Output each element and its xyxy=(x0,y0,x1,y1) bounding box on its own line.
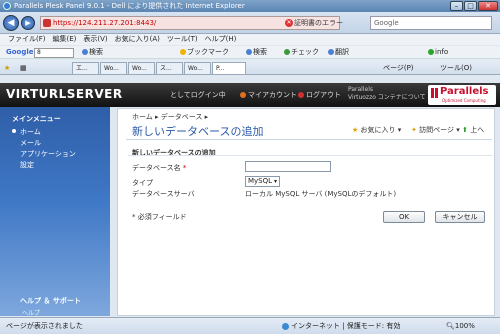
translate-icon xyxy=(328,49,334,55)
required-mark: * xyxy=(182,164,187,172)
db-server-value: ローカル MySQL サーバ (MySQLのデフォルト) xyxy=(245,190,397,198)
tab-1[interactable]: エ... xyxy=(72,62,99,74)
sidebar: メインメニュー ホーム メール アプリケーション 設定 ヘルプ ＆ サポート ヘ… xyxy=(0,107,110,317)
maximize-button[interactable]: □ xyxy=(464,1,477,11)
account-icon xyxy=(240,92,246,98)
menu-tools[interactable]: ツール(T) xyxy=(167,34,198,45)
check-button[interactable]: チェック xyxy=(284,46,319,59)
sidebar-item-settings[interactable]: 設定 xyxy=(20,160,34,170)
ok-button[interactable]: OK xyxy=(383,211,425,223)
type-label: タイプ xyxy=(132,179,153,187)
globe-icon xyxy=(282,322,289,330)
up-level-button[interactable]: ⬆ 上へ xyxy=(462,125,484,135)
tab-list-icon[interactable]: ▦ xyxy=(20,62,27,74)
page-menu-button[interactable]: ページ(P) xyxy=(383,62,414,74)
tab-4[interactable]: ス... xyxy=(156,62,183,74)
star-icon: ★ xyxy=(352,126,359,134)
sidebar-item-home[interactable]: ホーム xyxy=(12,127,41,137)
browser-search-placeholder: Google xyxy=(374,19,399,27)
google-logo: Google xyxy=(6,48,34,56)
security-zone[interactable]: インターネット | 保護モード: 有効 xyxy=(282,318,400,334)
virtuozzo-info-link[interactable]: Parallels Virtuozzo コンテナについて xyxy=(348,86,426,102)
login-status: としてログイン中 xyxy=(170,91,226,99)
error-x-icon: ✕ xyxy=(285,19,293,27)
window-title-bar: Parallels Plesk Panel 9.0.1 - Dell により提供… xyxy=(0,0,500,12)
breadcrumb[interactable]: ホーム ▸ データベース ▸ xyxy=(132,112,208,122)
menu-edit[interactable]: 編集(E) xyxy=(53,34,77,45)
section-title: 新しいデータベースの追加 xyxy=(132,149,216,157)
window-title: Parallels Plesk Panel 9.0.1 - Dell により提供… xyxy=(14,2,245,10)
browser-search-input[interactable]: Google xyxy=(370,16,492,30)
sidebar-item-applications[interactable]: アプリケーション xyxy=(20,149,76,159)
window-controls: – □ ✕ xyxy=(450,1,498,11)
favorites-button[interactable]: ★ お気に入り ▾ xyxy=(352,125,401,135)
plesk-header: VIRTURLSERVER としてログイン中 マイアカウント ログアウト Par… xyxy=(0,83,500,107)
forward-button[interactable]: ▶ xyxy=(21,16,35,30)
tab-bar: ★ ▦ エ... Wo... Wo... ス... Wo... P... ページ… xyxy=(0,60,500,75)
db-name-input[interactable] xyxy=(245,161,331,172)
translate-button[interactable]: 翻訳 xyxy=(328,46,349,59)
db-server-label: データベースサーバ xyxy=(132,190,195,198)
url-text: https://124.211.27.201:8443/ xyxy=(53,19,157,27)
page-title: 新しいデータベースの追加 xyxy=(132,125,264,138)
menu-view[interactable]: 表示(V) xyxy=(83,34,107,45)
cancel-button[interactable]: キャンセル xyxy=(435,211,485,223)
tab-2[interactable]: Wo... xyxy=(100,62,127,74)
search-icon xyxy=(82,49,88,55)
title-divider xyxy=(126,139,492,140)
up-arrow-icon: ⬆ xyxy=(462,126,468,134)
logout-icon xyxy=(298,92,304,98)
google-search2-button[interactable]: 検索 xyxy=(246,46,267,59)
certificate-error-label: 証明書のエラー xyxy=(294,19,343,27)
sidebar-title: メインメニュー xyxy=(12,115,61,123)
tab-3[interactable]: Wo... xyxy=(128,62,155,74)
logout-link[interactable]: ログアウト xyxy=(298,90,341,100)
sidebar-item-mail[interactable]: メール xyxy=(20,138,41,148)
zoom-icon: 🔍︎ xyxy=(446,322,455,330)
status-bar: ページが表示されました インターネット | 保護モード: 有効 🔍︎100% xyxy=(0,317,500,334)
back-button[interactable]: ◀ xyxy=(3,15,19,31)
menu-bar: ファイル(F) 編集(E) 表示(V) お気に入り(A) ツール(T) ヘルプ(… xyxy=(0,34,500,45)
status-text: ページが表示されました xyxy=(6,322,83,330)
brand-logo: VIRTURLSERVER xyxy=(6,87,123,101)
db-type-select[interactable]: MySQL ▾ xyxy=(245,176,280,187)
favorites-star-icon[interactable]: ★ xyxy=(4,62,10,74)
parallels-logo: Parallels Optimized Computing xyxy=(428,85,496,105)
google-search-button[interactable]: 検索 xyxy=(82,46,103,59)
check-icon xyxy=(284,49,290,55)
search-icon xyxy=(246,49,252,55)
help-support-title[interactable]: ヘルプ ＆ サポート xyxy=(20,296,81,306)
tab-5[interactable]: Wo... xyxy=(184,62,211,74)
star-icon xyxy=(180,49,186,55)
tools-menu-button[interactable]: ツール(O) xyxy=(440,62,472,74)
menu-help[interactable]: ヘルプ(H) xyxy=(205,34,237,45)
info-icon xyxy=(428,49,434,55)
google-toolbar: Google 8 検索 ブックマーク 検索 チェック 翻訳 info xyxy=(0,46,500,59)
google-search-input[interactable]: 8 xyxy=(34,48,74,58)
main-content: ホーム ▸ データベース ▸ 新しいデータベースの追加 ★ お気に入り ▾ ✦ … xyxy=(117,108,495,316)
close-button[interactable]: ✕ xyxy=(478,1,498,11)
visited-pages-button[interactable]: ✦ 訪問ページ ▾ xyxy=(411,125,460,135)
menu-favorites[interactable]: お気に入り(A) xyxy=(115,34,160,45)
section-divider xyxy=(128,155,492,156)
minimize-button[interactable]: – xyxy=(450,1,463,11)
required-fields-note: * 必須フィールド xyxy=(132,213,187,221)
ie-icon xyxy=(3,2,11,10)
address-bar-row: ◀ ▶ https://124.211.27.201:8443/ ✕ 証明書のエ… xyxy=(0,12,500,34)
info-button[interactable]: info xyxy=(428,46,448,59)
zoom-level[interactable]: 🔍︎100% xyxy=(446,318,475,334)
db-name-label: データベース名 * xyxy=(132,164,187,172)
help-link[interactable]: ヘルプ xyxy=(22,308,40,317)
footprint-icon: ✦ xyxy=(411,126,417,134)
security-lock-icon xyxy=(43,19,51,27)
tab-active[interactable]: P... xyxy=(212,62,246,74)
certificate-error-button[interactable]: ✕ 証明書のエラー xyxy=(285,16,343,30)
bookmarks-button[interactable]: ブックマーク xyxy=(180,46,229,59)
my-account-link[interactable]: マイアカウント xyxy=(240,90,297,100)
chevron-down-icon: ▾ xyxy=(273,178,277,185)
menu-file[interactable]: ファイル(F) xyxy=(8,34,46,45)
